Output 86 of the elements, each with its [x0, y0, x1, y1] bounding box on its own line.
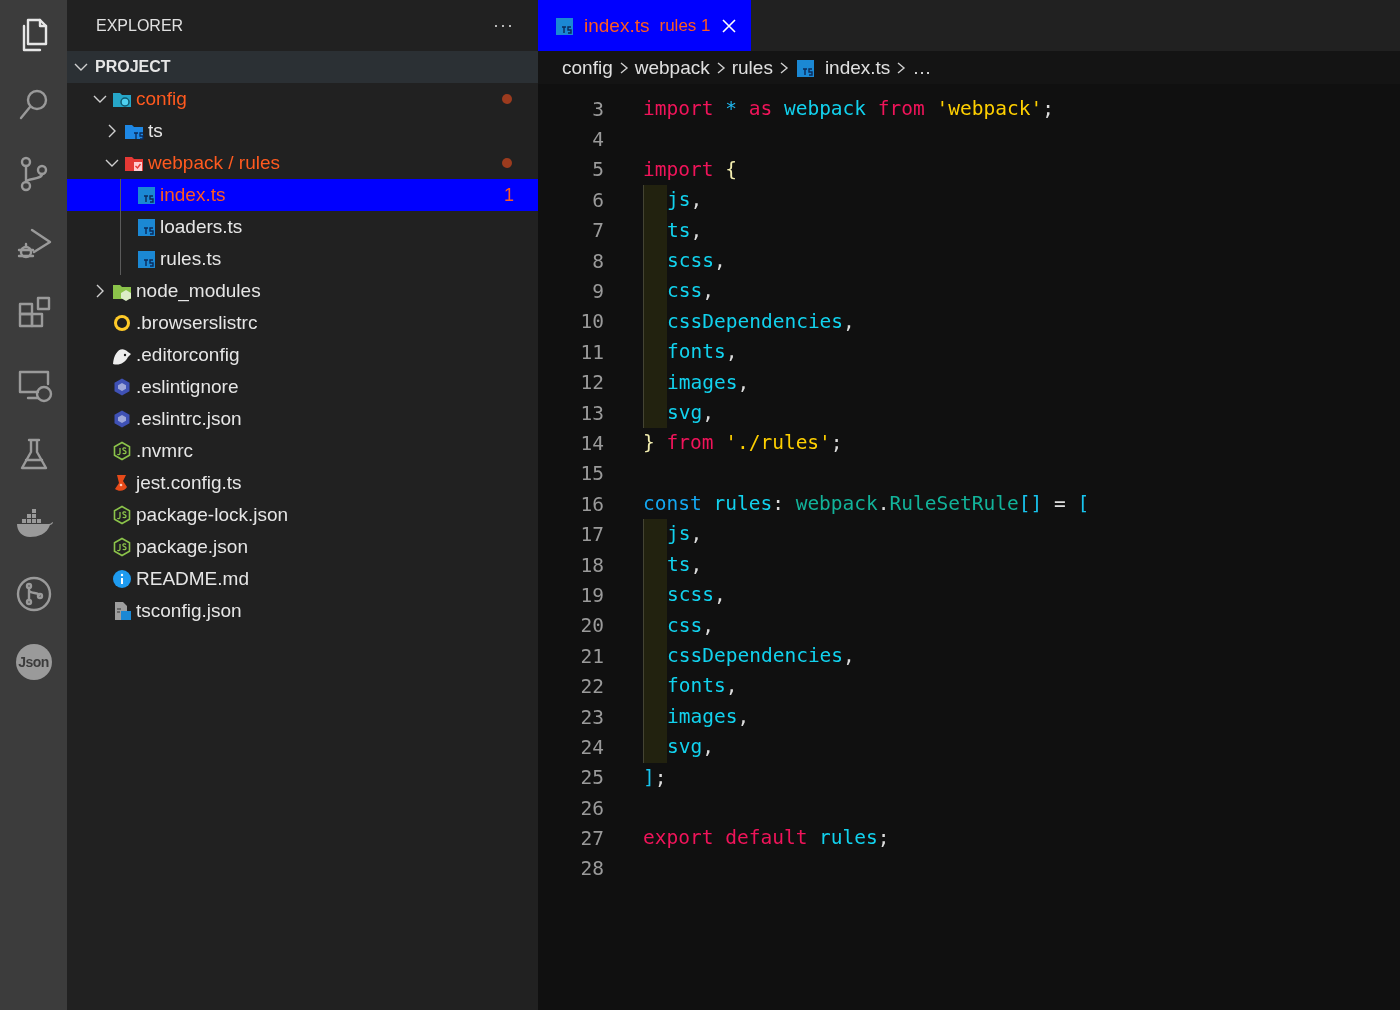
- code-line: ts,: [643, 549, 703, 581]
- code-line: svg,: [643, 397, 714, 429]
- line-number: 15: [579, 462, 604, 486]
- line-number: 23: [579, 705, 604, 729]
- code-line: css,: [643, 276, 714, 307]
- line-number: 5: [591, 158, 604, 182]
- code-line: } from './rules';: [643, 430, 843, 457]
- code-line: cssDependencies,: [643, 306, 855, 338]
- code-line: import * as webpack from 'webpack';: [643, 96, 1054, 122]
- tree-item[interactable]: rules.ts: [67, 243, 538, 275]
- tree-item[interactable]: .eslintrc.json: [67, 403, 538, 435]
- breadcrumb[interactable]: rules: [731, 56, 773, 79]
- section-header[interactable]: PROJECT: [67, 51, 538, 83]
- breadcrumb[interactable]: index.ts: [824, 56, 891, 79]
- code-line: images,: [643, 701, 750, 733]
- breadcrumb[interactable]: …: [912, 56, 932, 79]
- tree-item[interactable]: package.json: [67, 531, 538, 563]
- breadcrumb[interactable]: webpack: [634, 56, 710, 79]
- tree-item[interactable]: jest.config.ts: [67, 467, 538, 499]
- line-number: 16: [579, 492, 604, 516]
- line-number: 12: [579, 371, 604, 395]
- tree-item[interactable]: .eslintignore: [67, 371, 538, 403]
- code-line: scss,: [643, 580, 726, 611]
- line-number: 13: [579, 401, 604, 425]
- breadcrumb[interactable]: config: [562, 56, 613, 79]
- more-actions[interactable]: ···: [493, 15, 514, 36]
- tree-item[interactable]: tsconfig.json: [67, 595, 538, 627]
- config-file-icon: [112, 601, 132, 621]
- tree-item[interactable]: .editorconfig: [67, 339, 538, 371]
- node-hexagon-icon: [112, 441, 132, 461]
- hexagon-icon: [112, 409, 132, 429]
- node-hexagon-icon: [112, 505, 132, 525]
- line-number: 18: [579, 553, 604, 577]
- code-line: import {: [643, 156, 737, 183]
- code-line: images,: [643, 367, 750, 398]
- tree-item[interactable]: loaders.ts: [67, 211, 538, 243]
- ts-file-icon: [136, 185, 156, 205]
- line-number: 24: [579, 735, 604, 759]
- code-line: css,: [643, 610, 714, 642]
- ts-file-icon: [794, 57, 815, 78]
- code-line: ];: [643, 764, 667, 791]
- ts-file-icon: [136, 249, 156, 269]
- code-line: fonts,: [643, 337, 738, 368]
- line-number: 22: [579, 675, 604, 699]
- code-line: cssDependencies,: [643, 641, 855, 672]
- line-number: 9: [591, 280, 604, 304]
- code-line: export default rules;: [643, 825, 890, 852]
- tree-item[interactable]: node_modules: [67, 275, 538, 307]
- tree-item[interactable]: ts: [67, 115, 538, 147]
- node-hexagon-icon: [112, 537, 132, 557]
- line-number: 14: [579, 432, 604, 455]
- code-line: scss,: [643, 245, 726, 277]
- line-number: 20: [579, 614, 604, 638]
- tree-item[interactable]: .browserslistrc: [67, 307, 538, 339]
- tree-item[interactable]: config: [67, 83, 538, 115]
- line-number: 19: [579, 583, 604, 607]
- line-number: 4: [591, 128, 604, 152]
- hexagon-icon: [112, 377, 132, 397]
- line-number: 11: [579, 340, 604, 364]
- code-line: const rules: webpack.RuleSetRule[] = [: [643, 491, 1090, 518]
- line-number: 17: [579, 523, 604, 547]
- line-number: 10: [579, 310, 604, 334]
- close-icon[interactable]: [720, 17, 737, 34]
- tree-item[interactable]: .nvmrc: [67, 435, 538, 467]
- line-number: 21: [579, 644, 604, 668]
- line-number: 8: [591, 249, 604, 273]
- code-line: js,: [643, 519, 703, 550]
- line-number: 7: [591, 219, 604, 243]
- line-number: 3: [591, 97, 604, 121]
- panel-title: EXPLORER: [96, 16, 184, 35]
- ts-file-icon: [554, 15, 574, 36]
- json-icon[interactable]: Json: [15, 644, 52, 680]
- code-line: fonts,: [643, 671, 738, 702]
- code-line: ts,: [643, 215, 703, 246]
- line-number: 26: [579, 796, 604, 820]
- line-number: 27: [579, 827, 604, 851]
- ts-file-icon: [136, 217, 156, 237]
- info-icon: [112, 569, 132, 589]
- line-number: 28: [579, 857, 604, 881]
- code-line: js,: [643, 185, 703, 216]
- line-number: 25: [579, 766, 604, 790]
- tree-item[interactable]: webpack / rules: [67, 147, 538, 179]
- tree-item[interactable]: package-lock.json: [67, 499, 538, 531]
- line-number: 6: [591, 188, 604, 212]
- tree-item[interactable]: README.md: [67, 563, 538, 595]
- code-line: svg,: [643, 732, 714, 763]
